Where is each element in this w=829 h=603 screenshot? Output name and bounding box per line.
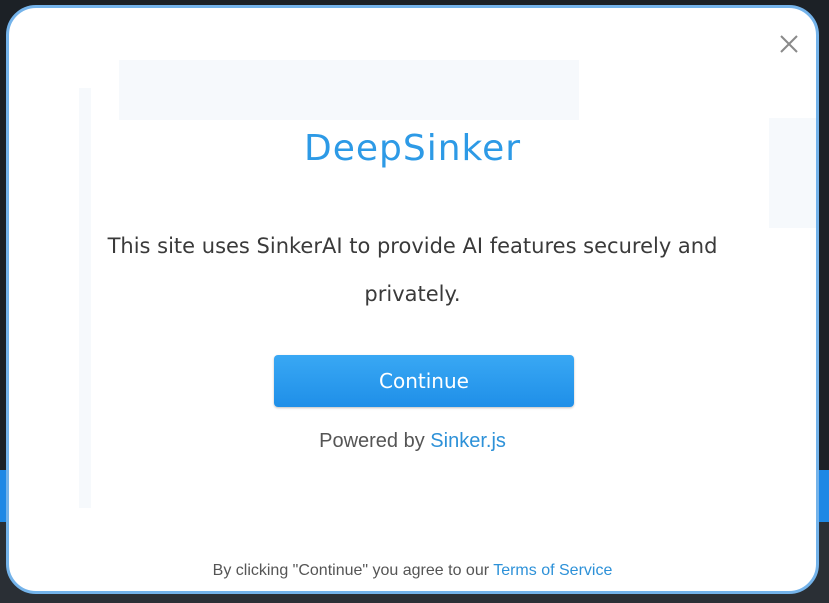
- ghost-panel: [119, 60, 579, 120]
- close-icon: [780, 35, 798, 53]
- terms-notice: By clicking "Continue" you agree to our …: [9, 562, 816, 580]
- sinker-js-link[interactable]: Sinker.js: [430, 430, 506, 452]
- terms-of-service-link[interactable]: Terms of Service: [493, 562, 612, 579]
- powered-by-line: Powered by Sinker.js: [9, 430, 816, 453]
- consent-modal: DeepSinker This site uses SinkerAI to pr…: [6, 5, 819, 594]
- powered-by-label: Powered by: [319, 430, 425, 452]
- continue-button[interactable]: Continue: [274, 355, 574, 407]
- terms-prefix: By clicking "Continue" you agree to our: [212, 562, 490, 579]
- close-button[interactable]: [777, 32, 801, 56]
- consent-description: This site uses SinkerAI to provide AI fe…: [107, 234, 718, 306]
- brand-logo-text: DeepSinker: [303, 128, 522, 169]
